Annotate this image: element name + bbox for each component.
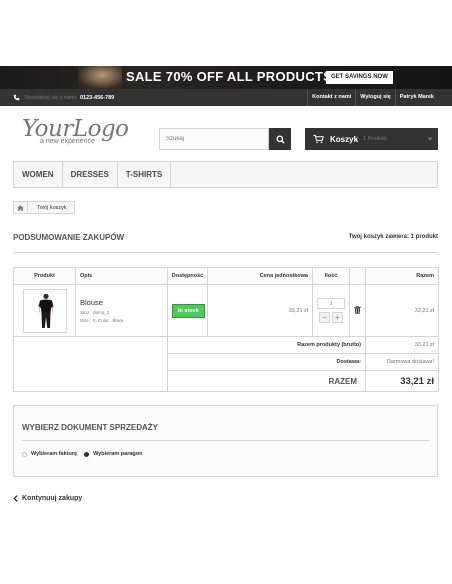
search-button[interactable] xyxy=(269,128,291,150)
site-logo[interactable]: YourLogo a new experience xyxy=(22,116,137,150)
banner-model-image xyxy=(78,66,122,89)
header-availability: Dostępność xyxy=(167,267,208,285)
top-bar: Skontaktuj się z nami 0123-456-789 Konta… xyxy=(0,89,452,106)
top-nav: Kontakt z nami Wyloguj się Patryk Marek xyxy=(307,89,438,106)
cart-table: Produkt Opis Dostępność Cena jednostkowa… xyxy=(13,267,439,392)
product-description-cell: Blouse SKU : demo_2 Size : S, Color : Bl… xyxy=(75,284,168,337)
breadcrumb-home[interactable] xyxy=(14,202,28,213)
delete-cell xyxy=(349,284,366,337)
shipping-value: Darmowa dostawa! xyxy=(365,353,439,371)
breadcrumb: Twój koszyk xyxy=(13,201,75,214)
invoice-radio[interactable] xyxy=(22,451,27,457)
unit-price: 33,21 zł xyxy=(207,284,313,337)
home-icon xyxy=(17,204,24,211)
sales-document-title: Wybierz dokument sprzedaży xyxy=(22,423,158,432)
menu-item-dresses[interactable]: Dresses xyxy=(63,162,118,187)
search-input[interactable] xyxy=(159,128,269,150)
product-sku: SKU : demo_2 xyxy=(80,310,110,315)
header-unit-price: Cena jednostkowa xyxy=(207,267,313,285)
search-box xyxy=(159,128,291,150)
availability-cell: In stock xyxy=(167,284,208,337)
sales-document-options: Wybieram fakturę Wybieram paragon xyxy=(22,451,145,457)
header-delete xyxy=(349,267,366,285)
grand-total-value: 33,21 zł xyxy=(365,370,439,392)
product-image-cell xyxy=(13,284,76,337)
receipt-radio[interactable] xyxy=(84,451,90,457)
sales-document-box: Wybierz dokument sprzedaży Wybieram fakt… xyxy=(13,405,438,477)
header-product: Produkt xyxy=(13,267,76,285)
cart-icon xyxy=(313,134,324,144)
chevron-left-icon xyxy=(13,495,18,502)
search-icon xyxy=(275,134,285,144)
trash-icon[interactable] xyxy=(354,305,361,314)
row-total: 33,21 zł xyxy=(365,284,439,337)
header-total: Razem xyxy=(365,267,439,285)
heading-divider xyxy=(13,252,438,253)
quantity-cell: 1 − + xyxy=(312,284,350,337)
shipping-label: Dostawa: xyxy=(167,353,366,371)
blouse-image xyxy=(38,293,53,328)
continue-shopping-label: Kontynuuj zakupy xyxy=(22,495,83,502)
phone-number: 0123-456-789 xyxy=(79,94,115,101)
product-name[interactable]: Blouse xyxy=(80,298,167,307)
in-stock-badge: In stock xyxy=(172,303,205,318)
chevron-down-icon xyxy=(427,137,433,141)
phone-icon xyxy=(13,94,20,101)
summary-blank-cell xyxy=(13,336,168,392)
quantity-input[interactable]: 1 xyxy=(317,298,345,309)
menu-item-tshirts[interactable]: T-shirts xyxy=(118,162,172,187)
product-image[interactable] xyxy=(22,288,67,333)
header-quantity: Ilość xyxy=(312,267,350,285)
cart-button[interactable]: Koszyk 1 Produkt xyxy=(305,128,438,150)
promo-banner[interactable]: SALE 70% OFF ALL PRODUCTS GET SAVINGS NO… xyxy=(0,66,452,89)
invoice-option-label[interactable]: Wybieram fakturę xyxy=(31,451,77,457)
receipt-option-label[interactable]: Wybieram paragon xyxy=(93,451,142,457)
grand-total-label: Razem xyxy=(167,370,366,392)
logout-link[interactable]: Wyloguj się xyxy=(355,89,394,106)
get-savings-button[interactable]: GET SAVINGS NOW xyxy=(326,71,393,84)
continue-shopping-link[interactable]: Kontynuuj zakupy xyxy=(13,495,82,502)
logo-tagline: a new experience xyxy=(40,138,95,145)
cart-label: Koszyk xyxy=(330,134,359,144)
cart-summary-count: Twój koszyk zawiera: 1 produkt xyxy=(348,234,438,240)
sales-document-divider xyxy=(22,440,429,441)
menu-item-women[interactable]: Women xyxy=(14,162,63,187)
quantity-plus-button[interactable]: + xyxy=(332,312,343,323)
cart-count: 1 Produkt xyxy=(363,136,387,142)
product-attributes[interactable]: Size : S, Color : Black xyxy=(80,318,167,323)
phone-contact: Skontaktuj się z nami 0123-456-789 xyxy=(13,89,114,106)
table-row: Blouse SKU : demo_2 Size : S, Color : Bl… xyxy=(13,284,439,337)
products-total-label: Razem produkty (brutto) xyxy=(167,336,366,354)
breadcrumb-current: Twój koszyk xyxy=(37,204,67,211)
main-menu: Women Dresses T-shirts xyxy=(13,161,438,188)
table-header-row: Produkt Opis Dostępność Cena jednostkowa… xyxy=(13,267,439,285)
phone-label: Skontaktuj się z nami xyxy=(24,94,76,101)
contact-link[interactable]: Kontakt z nami xyxy=(307,89,355,106)
header-description: Opis xyxy=(75,267,168,285)
quantity-minus-button[interactable]: − xyxy=(319,312,330,323)
page-title: Podsumowanie zakupów xyxy=(13,233,125,242)
products-total-value: 33,21 zł xyxy=(365,336,439,354)
account-link[interactable]: Patryk Marek xyxy=(394,89,438,106)
banner-text: SALE 70% OFF ALL PRODUCTS xyxy=(126,69,333,84)
products-total-row: Razem produkty (brutto) 33,21 zł xyxy=(13,336,439,392)
